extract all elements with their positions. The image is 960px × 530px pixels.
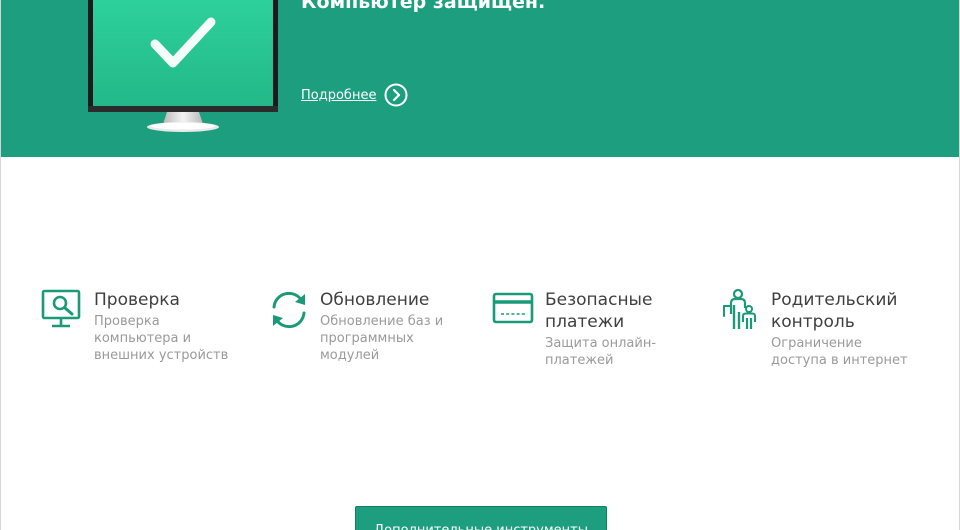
feature-scan-description: Проверка компьютера и внешних устройств [94, 314, 229, 363]
protected-monitor-icon [88, 0, 278, 132]
feature-safe-payments-title: Безопасные платежи [545, 290, 653, 332]
feature-update-title: Обновление [320, 290, 430, 310]
feature-parental-control[interactable]: Родительский контроль Ограничение доступ… [718, 288, 908, 369]
details-link[interactable]: Подробнее [301, 83, 408, 107]
feature-parental-control-description: Ограничение доступа в интернет [771, 336, 908, 368]
additional-tools-button[interactable]: Дополнительные инструменты [355, 506, 607, 530]
chevron-right-circle-icon[interactable] [384, 83, 408, 107]
parental-family-icon [723, 288, 756, 329]
feature-parental-control-title: Родительский контроль [771, 290, 898, 332]
scan-monitor-icon [41, 289, 81, 328]
feature-update[interactable]: Обновление Обновление баз и программных … [267, 288, 443, 364]
feature-safe-payments-description: Защита онлайн- платежей [545, 336, 657, 368]
feature-list: Проверка Проверка компьютера и внешних у… [1, 288, 959, 398]
feature-safe-payments[interactable]: Безопасные платежи Защита онлайн- платеж… [492, 288, 656, 369]
details-link-label: Подробнее [301, 87, 377, 103]
feature-update-description: Обновление баз и программных модулей [320, 314, 444, 363]
credit-card-icon [492, 292, 534, 324]
status-banner: Компьютер защищен. Подробнее [1, 0, 959, 157]
update-arrows-icon [272, 291, 306, 329]
feature-scan-title: Проверка [94, 290, 180, 310]
protection-status-title: Компьютер защищен. [301, 0, 546, 13]
main-window: Компьютер защищен. Подробнее Проверка Пр… [0, 0, 960, 530]
feature-scan[interactable]: Проверка Проверка компьютера и внешних у… [41, 288, 228, 364]
